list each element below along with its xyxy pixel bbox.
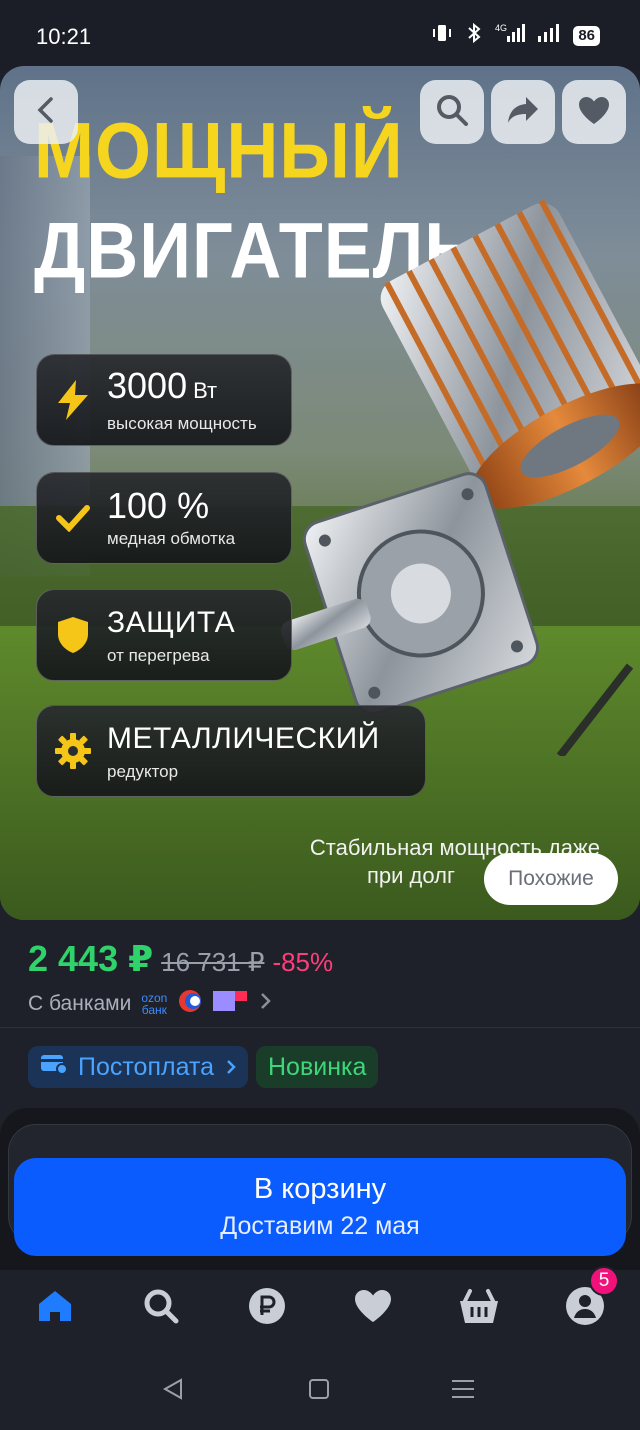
shield-icon — [53, 615, 93, 655]
nav-menu-button[interactable] — [446, 1374, 480, 1408]
price-row: 2 443 ₽ 16 731 ₽ -85% — [28, 938, 333, 980]
tab-search[interactable] — [139, 1286, 183, 1330]
tab-favorites[interactable] — [351, 1286, 395, 1330]
chevron-left-icon — [35, 96, 57, 128]
share-arrow-icon — [506, 95, 540, 130]
system-navigation-bar — [0, 1350, 640, 1430]
feature-main: 3000 Вт — [107, 364, 218, 406]
heart-icon — [577, 95, 611, 130]
divider — [0, 1027, 640, 1028]
status-bar: 10:21 4G 86 — [0, 0, 640, 70]
ruble-icon — [248, 1287, 286, 1330]
square-home-icon — [307, 1377, 331, 1406]
chevron-right-icon — [226, 1053, 236, 1082]
feature-sub: редуктор — [107, 762, 179, 781]
new-item-tag: Новинка — [256, 1046, 379, 1088]
signal-icon — [537, 22, 561, 50]
tab-home[interactable] — [33, 1286, 77, 1330]
heart-icon — [353, 1288, 393, 1329]
bluetooth-icon — [465, 22, 483, 50]
bottom-tab-bar: 5 — [0, 1266, 640, 1350]
banks-label: С банками — [28, 992, 132, 1015]
postpay-tag[interactable]: Постоплата — [28, 1046, 248, 1088]
status-icons: 4G 86 — [431, 22, 600, 50]
feature-sub: высокая мощность — [107, 413, 257, 433]
checkmark-icon — [53, 498, 93, 538]
favorite-button[interactable] — [562, 80, 626, 144]
back-button[interactable] — [14, 80, 78, 144]
tab-profile[interactable]: 5 — [563, 1266, 619, 1330]
basket-icon — [458, 1287, 500, 1330]
product-tags: Постоплата Новинка — [28, 1046, 379, 1088]
lightning-icon — [53, 380, 93, 420]
motor-illustration — [280, 199, 640, 756]
feature-main: 100 % — [107, 485, 210, 526]
product-hero-image[interactable]: МОЩНЫЙ ДВИГАТЕЛЬ 3000 Вт высокая мощност… — [0, 66, 640, 920]
share-button[interactable] — [491, 80, 555, 144]
svg-text:4G: 4G — [495, 23, 507, 33]
home-icon — [36, 1288, 74, 1329]
chevron-right-icon — [259, 992, 272, 1016]
vibrate-icon — [431, 22, 453, 50]
bank-card-icon — [213, 989, 249, 1019]
ozon-bank-logo: ozon банк — [141, 991, 168, 1017]
search-icon — [142, 1287, 180, 1330]
feature-card-copper: 100 % медная обмотка — [36, 472, 292, 564]
add-to-cart-label: В корзину — [253, 1173, 387, 1205]
bank-payment-row[interactable]: С банками ozon банк — [28, 988, 272, 1020]
hero-title-line1: МОЩНЫЙ — [34, 107, 404, 196]
gear-icon — [53, 731, 93, 771]
current-price: 2 443 ₽ — [28, 938, 154, 979]
feature-sub: от перегрева — [107, 646, 210, 665]
feature-main: МЕТАЛЛИЧЕСКИЙ — [107, 722, 380, 755]
feature-card-gearbox: МЕТАЛЛИЧЕСКИЙ редуктор — [36, 705, 426, 797]
search-icon — [435, 93, 469, 132]
feature-sub: медная обмотка — [107, 529, 236, 548]
menu-lines-icon — [450, 1377, 476, 1406]
nav-home-button[interactable] — [302, 1374, 336, 1408]
discount-badge: -85% — [272, 947, 334, 977]
feature-card-power: 3000 Вт высокая мощность — [36, 354, 292, 446]
feature-main: ЗАЩИТА — [107, 606, 236, 639]
postpay-label: Постоплата — [78, 1052, 214, 1081]
old-price: 16 731 ₽ — [161, 947, 265, 977]
status-time: 10:21 — [36, 24, 92, 49]
triangle-back-icon — [161, 1377, 185, 1406]
tab-cart[interactable] — [457, 1286, 501, 1330]
similar-products-button[interactable]: Похожие — [484, 853, 618, 905]
battery-indicator: 86 — [573, 26, 600, 46]
search-button[interactable] — [420, 80, 484, 144]
cellular-4g-icon: 4G — [495, 22, 526, 50]
notification-badge: 5 — [589, 1266, 619, 1296]
nav-back-button[interactable] — [156, 1374, 190, 1408]
bank-logo-icon — [177, 988, 203, 1020]
feature-card-protection: ЗАЩИТА от перегрева — [36, 589, 292, 681]
tab-finance[interactable] — [245, 1286, 289, 1330]
delivery-date-label: Доставим 22 мая — [220, 1212, 420, 1240]
postpay-card-icon — [40, 1053, 68, 1082]
add-to-cart-button[interactable]: В корзину Доставим 22 мая — [14, 1158, 626, 1256]
